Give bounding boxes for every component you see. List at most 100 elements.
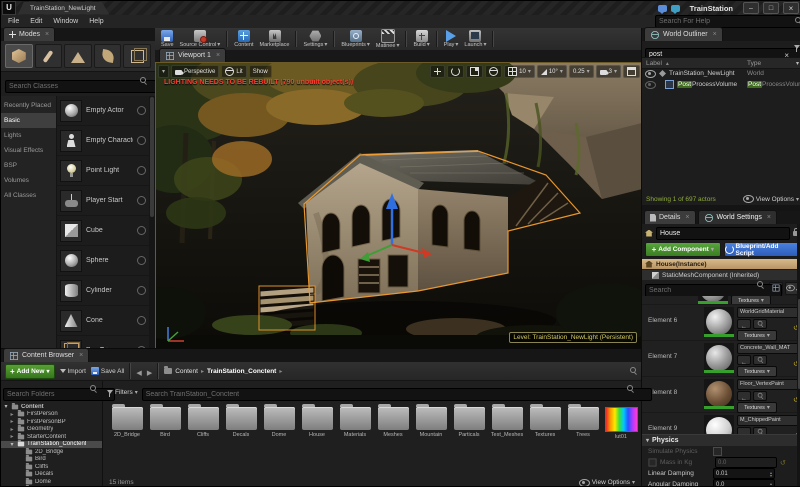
linear-damping-field[interactable]: 0.01 — [713, 468, 775, 479]
viewport-scene[interactable] — [156, 63, 642, 349]
outliner-view-options[interactable]: View Options — [743, 195, 799, 203]
build-button[interactable]: Build — [413, 30, 429, 48]
class-item-cylinder[interactable]: Cylinder — [57, 276, 149, 306]
tree-item-bird[interactable]: Bird — [1, 456, 102, 464]
class-item-cube[interactable]: Cube — [57, 216, 149, 246]
texture-asset-tile[interactable]: lut01 — [603, 407, 639, 440]
tree-item-startercontent[interactable]: StarterContent — [1, 433, 102, 441]
class-item-empty-character[interactable]: Empty Character — [57, 126, 149, 156]
textures-dropdown[interactable]: Textures — [737, 366, 777, 377]
visibility-eye-icon[interactable] — [645, 70, 656, 78]
grab-handle-icon[interactable] — [137, 196, 146, 205]
foliage-mode-button[interactable] — [94, 44, 122, 68]
close-icon[interactable] — [79, 352, 83, 359]
save-button[interactable]: Save — [161, 30, 174, 48]
outliner-row-level[interactable]: TrainStation_NewLight World — [642, 68, 800, 79]
content-view-options[interactable]: View Options — [579, 479, 635, 487]
reset-icon[interactable] — [780, 459, 786, 467]
spinner-icon[interactable] — [770, 482, 772, 487]
category-all-classes[interactable]: All Classes — [1, 188, 56, 203]
minimize-button[interactable] — [743, 2, 759, 14]
search-folders-input[interactable] — [3, 388, 115, 401]
scale-snap-button[interactable]: 0.25 — [569, 65, 594, 78]
maximize-button[interactable] — [763, 2, 779, 14]
translate-tool-button[interactable] — [430, 65, 445, 78]
tab-details[interactable]: Details — [644, 210, 696, 224]
landscape-mode-button[interactable] — [64, 44, 92, 68]
class-item-point-light[interactable]: Point Light — [57, 156, 149, 186]
outliner-row-postprocessvolume[interactable]: PostProcessVolume PostProcessVolum — [642, 79, 800, 90]
back-button[interactable] — [136, 362, 141, 380]
menu-edit[interactable]: Edit — [30, 18, 42, 25]
add-component-button[interactable]: Add Component — [645, 242, 721, 257]
material-thumbnail[interactable] — [704, 379, 734, 409]
grid-snap-button[interactable]: 10 — [504, 65, 535, 78]
material-thumbnail[interactable] — [704, 307, 734, 337]
folder-tile[interactable]: Test_Meshes — [489, 407, 525, 440]
tree-item-trainstation-conctent[interactable]: TrainStation_Conctent — [1, 441, 102, 449]
folder-tile[interactable]: Mountain — [413, 407, 449, 440]
mass-override-checkbox[interactable] — [648, 458, 656, 466]
world-local-toggle[interactable] — [485, 65, 502, 78]
physics-section-header[interactable]: Physics — [642, 434, 800, 446]
blueprint-add-script-button[interactable]: Blueprint/Add Script — [724, 242, 800, 257]
component-row-house-instance[interactable]: House(Instance) — [642, 259, 800, 269]
scale-tool-button[interactable] — [466, 65, 483, 78]
simulate-physics-checkbox[interactable] — [713, 447, 722, 456]
grab-handle-icon[interactable] — [137, 166, 146, 175]
place-mode-button[interactable] — [5, 44, 33, 68]
browse-to-asset-button[interactable] — [753, 355, 767, 365]
tab-viewport-1[interactable]: Viewport 1 — [159, 48, 226, 62]
asset-search-input[interactable] — [142, 388, 652, 401]
forward-button[interactable] — [147, 362, 152, 380]
paint-mode-button[interactable] — [35, 44, 63, 68]
close-icon[interactable] — [767, 214, 771, 221]
use-selected-button[interactable] — [737, 427, 751, 434]
material-thumbnail[interactable] — [704, 343, 734, 373]
category-recently-placed[interactable]: Recently Placed — [1, 98, 56, 113]
use-selected-button[interactable] — [737, 319, 751, 329]
blueprints-button[interactable]: Blueprints — [341, 30, 369, 48]
column-options-icon[interactable] — [796, 60, 799, 67]
menu-window[interactable]: Window — [53, 18, 78, 25]
close-icon[interactable] — [45, 31, 49, 38]
settings-button[interactable]: Settings — [303, 30, 327, 48]
category-visual-effects[interactable]: Visual Effects — [1, 143, 56, 158]
textures-dropdown[interactable]: Textures — [737, 330, 777, 341]
content-button[interactable]: Content — [234, 30, 253, 48]
close-button[interactable] — [783, 2, 799, 14]
rotate-tool-button[interactable] — [447, 65, 464, 78]
actor-name-input[interactable] — [656, 227, 790, 240]
grab-handle-icon[interactable] — [137, 316, 146, 325]
close-icon[interactable] — [216, 52, 220, 59]
save-all-button[interactable]: Save All — [91, 367, 125, 375]
browse-to-asset-button[interactable] — [753, 427, 767, 434]
menu-help[interactable]: Help — [89, 18, 103, 25]
viewport-options-button[interactable] — [158, 65, 169, 78]
chat-bubble-icon[interactable] — [671, 5, 680, 12]
import-button[interactable]: Import — [60, 368, 86, 375]
folder-tile[interactable]: Particals — [451, 407, 487, 440]
category-bsp[interactable]: BSP — [1, 158, 56, 173]
launch-button[interactable]: Launch — [464, 30, 486, 48]
perspective-button[interactable]: Perspective — [171, 65, 219, 78]
maximize-viewport-button[interactable] — [623, 65, 640, 78]
show-button[interactable]: Show — [249, 65, 272, 78]
matinee-button[interactable]: Matinee — [376, 29, 400, 49]
play-button[interactable]: Play — [444, 30, 459, 48]
tree-item-dome[interactable]: Dome — [1, 478, 102, 486]
mass-value-field[interactable]: 0.0 — [715, 457, 777, 468]
level-title-tab[interactable]: TrainStation_NewLight — [18, 2, 110, 15]
menu-file[interactable]: File — [8, 18, 19, 25]
folder-tile[interactable]: Materials — [337, 407, 373, 440]
close-icon[interactable] — [713, 31, 717, 38]
use-selected-button[interactable] — [737, 355, 751, 365]
spinner-icon[interactable] — [770, 471, 772, 477]
class-item-empty-actor[interactable]: Empty Actor — [57, 96, 149, 126]
tree-item-firstperson[interactable]: FirstPerson — [1, 411, 102, 419]
tab-content-browser[interactable]: Content Browser — [3, 348, 89, 362]
lit-button[interactable]: Lit — [221, 65, 246, 78]
rotation-snap-button[interactable]: 10° — [537, 65, 567, 78]
feedback-bubble-icon[interactable] — [658, 5, 667, 12]
tree-item-firstpersonbp[interactable]: FirstPersonBP — [1, 418, 102, 426]
